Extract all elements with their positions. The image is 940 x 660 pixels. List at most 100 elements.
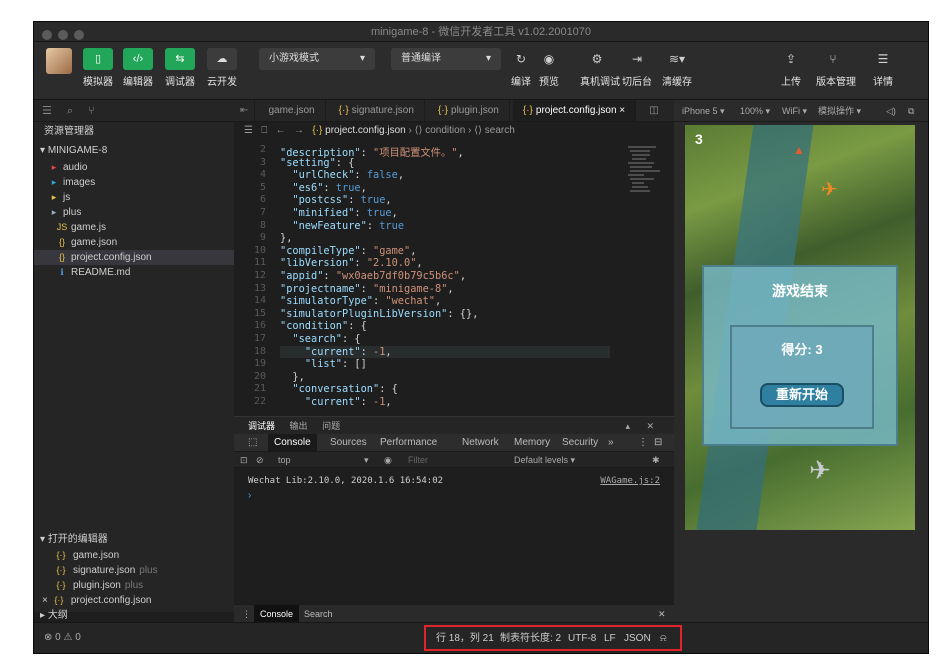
- tree-item[interactable]: ▸ js: [34, 190, 234, 205]
- filter-input[interactable]: Filter: [408, 452, 428, 468]
- details-button[interactable]: ☰ 详情: [866, 48, 900, 88]
- split-editor-icon[interactable]: ◫: [639, 100, 668, 121]
- breadcrumb-search[interactable]: search: [485, 125, 515, 136]
- tree-item[interactable]: JS game.js: [34, 220, 234, 235]
- tab-console[interactable]: Console: [268, 434, 317, 452]
- tree-item[interactable]: ▸ audio: [34, 160, 234, 175]
- tab-plugin-json[interactable]: {·} plugin.json: [428, 100, 510, 121]
- inspect-icon[interactable]: ⬚: [248, 434, 257, 452]
- debugger-toggle-button[interactable]: ⇆ 调试器: [158, 48, 202, 88]
- open-editor-item[interactable]: {·} plugin.json plus: [34, 578, 234, 593]
- volume-icon[interactable]: ◁): [886, 100, 896, 122]
- tab-security[interactable]: Security: [562, 434, 598, 452]
- editor-toggle-button[interactable]: ‹/› 编辑器: [116, 48, 160, 88]
- breadcrumb-condition[interactable]: condition: [425, 125, 465, 136]
- console-output[interactable]: Wechat Lib:2.10.0, 2020.1.6 16:54:02 WAG…: [234, 468, 674, 622]
- drawer-tab-console[interactable]: Console: [254, 605, 300, 623]
- tab-network[interactable]: Network: [462, 434, 499, 452]
- file-icon: JS: [56, 222, 68, 232]
- preview-button[interactable]: ◉ 预览: [532, 48, 566, 88]
- tab-project-config-json[interactable]: {·} project.config.json ×: [512, 100, 637, 121]
- compile-mode-select[interactable]: 普通编译 ▾: [391, 48, 501, 70]
- detach-icon[interactable]: ⧉: [908, 100, 914, 122]
- problems-counter[interactable]: ⊗ 0 ⚠ 0: [44, 629, 81, 647]
- tree-item[interactable]: ▸ images: [34, 175, 234, 190]
- drawer-tab-search[interactable]: Search: [304, 605, 333, 623]
- game-canvas[interactable]: 3 ▲ ✈ ✈ 游戏结束 得分: 3 重新开始: [685, 125, 915, 530]
- minimize-window-button[interactable]: [58, 30, 68, 40]
- tab-problems[interactable]: 问题: [322, 421, 340, 431]
- tab-scroll-left[interactable]: ⇤: [234, 100, 256, 121]
- list-icon[interactable]: ☰: [244, 125, 253, 136]
- eye-icon[interactable]: ◉: [384, 452, 392, 468]
- tab-size[interactable]: 制表符长度: 2: [500, 630, 561, 648]
- close-icon[interactable]: ×: [619, 105, 625, 116]
- zoom-select[interactable]: 100% ▾: [740, 100, 770, 122]
- close-icon[interactable]: ×: [42, 595, 48, 606]
- mode-value: 小游戏模式: [269, 53, 319, 64]
- clear-cache-button[interactable]: ≋▾ 清缓存: [660, 48, 694, 88]
- cursor-position[interactable]: 行 18，列 21: [436, 630, 494, 648]
- version-button[interactable]: ⑂ 版本管理: [816, 48, 856, 88]
- tab-output[interactable]: 输出: [290, 421, 308, 431]
- open-editors-header[interactable]: ▾ 打开的编辑器: [34, 532, 234, 548]
- close-icon[interactable]: ✕: [658, 605, 666, 623]
- tab-game-json[interactable]: game.json: [258, 100, 326, 121]
- gear-icon[interactable]: ✱: [652, 452, 660, 468]
- close-icon[interactable]: ✕: [646, 417, 654, 435]
- mode-select[interactable]: 小游戏模式 ▾: [259, 48, 375, 70]
- console-prompt[interactable]: ›: [248, 490, 251, 501]
- real-device-debug-button[interactable]: ⚙ 真机调试: [580, 48, 620, 88]
- explorer-title: 资源管理器: [44, 126, 94, 137]
- tree-item[interactable]: ▸ plus: [34, 205, 234, 220]
- device-select[interactable]: iPhone 5 ▾: [682, 100, 725, 122]
- project-folder-header[interactable]: ▾ MINIGAME-8: [34, 142, 234, 160]
- kebab-menu-icon[interactable]: ⋮: [638, 434, 648, 452]
- line-ending[interactable]: LF: [604, 630, 616, 648]
- back-icon[interactable]: ←: [276, 125, 286, 136]
- branch-icon[interactable]: ⑂: [88, 105, 95, 117]
- console-source-link[interactable]: WAGame.js:2: [600, 476, 660, 486]
- breadcrumb-file[interactable]: project.config.json: [325, 125, 406, 136]
- sidebar-toggle-icon[interactable]: ⊡: [240, 452, 248, 468]
- tab-sources[interactable]: Sources: [330, 434, 367, 452]
- tab-debugger[interactable]: 调试器: [248, 421, 275, 431]
- list-icon[interactable]: ☰: [42, 105, 52, 117]
- encoding[interactable]: UTF-8: [568, 630, 596, 648]
- open-editor-item[interactable]: {·} game.json: [34, 548, 234, 563]
- tab-signature-json[interactable]: {·} signature.json: [329, 100, 425, 121]
- tab-memory[interactable]: Memory: [514, 434, 550, 452]
- bookmark-icon[interactable]: ⎕: [261, 125, 267, 136]
- levels-select[interactable]: Default levels ▾: [514, 452, 575, 468]
- upload-button[interactable]: ⇪ 上传: [774, 48, 808, 88]
- restart-button[interactable]: 重新开始: [760, 383, 844, 407]
- maximize-window-button[interactable]: [74, 30, 84, 40]
- kebab-menu-icon[interactable]: ⋮: [242, 605, 251, 623]
- language-mode[interactable]: JSON: [624, 630, 651, 648]
- clear-console-icon[interactable]: ⊘: [256, 452, 264, 468]
- dock-icon[interactable]: ⊟: [654, 434, 662, 452]
- avatar[interactable]: [46, 48, 72, 74]
- chevron-down-icon[interactable]: ▾: [364, 452, 369, 468]
- tab-performance[interactable]: Performance: [380, 434, 437, 452]
- more-tabs-icon[interactable]: »: [608, 434, 614, 452]
- code-editor[interactable]: 2 "description": "项目配置文件。", 3 "setting": {4…: [234, 140, 674, 416]
- bell-icon[interactable]: ⍾: [660, 630, 667, 648]
- tree-item[interactable]: {} game.json: [34, 235, 234, 250]
- simulator-toggle-button[interactable]: ▯ 模拟器: [76, 48, 120, 88]
- close-window-button[interactable]: [42, 30, 52, 40]
- network-select[interactable]: WiFi ▾: [782, 100, 807, 122]
- forward-icon[interactable]: →: [294, 125, 304, 136]
- minimap[interactable]: [628, 144, 664, 224]
- open-editor-item[interactable]: × {·} project.config.json: [34, 593, 234, 608]
- cloud-button[interactable]: ☁ 云开发: [200, 48, 244, 88]
- context-select[interactable]: top: [278, 452, 291, 468]
- code-line: "minified": true,: [292, 207, 398, 219]
- tree-item[interactable]: ℹ README.md: [34, 265, 234, 280]
- chevron-up-icon[interactable]: ▴: [625, 417, 630, 435]
- tree-item[interactable]: {} project.config.json: [34, 250, 234, 265]
- background-button[interactable]: ⇥ 切后台: [620, 48, 654, 88]
- open-editor-item[interactable]: {·} signature.json plus: [34, 563, 234, 578]
- search-icon[interactable]: ⌕: [67, 105, 73, 117]
- simulate-ops-select[interactable]: 模拟操作 ▾: [818, 100, 861, 122]
